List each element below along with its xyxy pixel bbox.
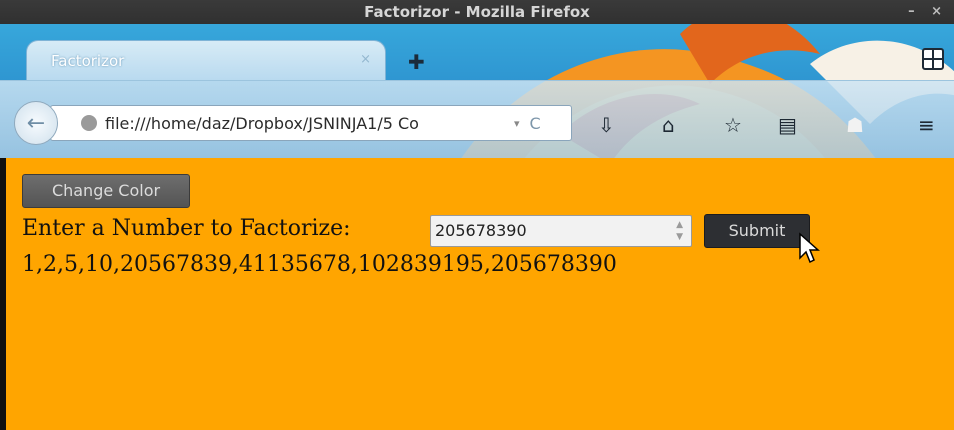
browser-chrome: Factorizor × ✚ file:///home/daz/Dropbox/… (0, 24, 954, 158)
window-title: Factorizor - Mozilla Firefox (364, 3, 590, 21)
factors-result: 1,2,5,10,20567839,41135678,102839195,205… (22, 252, 617, 277)
menu-icon[interactable]: ≡ (918, 113, 935, 137)
new-tab-icon[interactable]: ✚ (408, 50, 425, 74)
url-bar[interactable]: file:///home/daz/Dropbox/JSNINJA1/5 Co ▾… (50, 105, 572, 141)
tab-factorizor[interactable]: Factorizor × (26, 40, 386, 80)
tab-groups-icon[interactable] (922, 48, 944, 70)
home-icon[interactable]: ⌂ (662, 113, 675, 137)
tab-close-icon[interactable]: × (360, 52, 371, 67)
mouse-cursor-icon (799, 232, 820, 264)
number-input[interactable]: 205678390 ▲ ▼ (430, 215, 692, 247)
ghost-addon-icon[interactable]: ☗ (846, 113, 864, 137)
bookmark-star-icon[interactable]: ☆ (724, 113, 742, 137)
back-button[interactable]: ← (14, 101, 58, 145)
url-text[interactable]: file:///home/daz/Dropbox/JSNINJA1/5 Co (105, 114, 510, 133)
navigation-bar: file:///home/daz/Dropbox/JSNINJA1/5 Co ▾… (0, 80, 954, 158)
reading-list-icon[interactable]: ▤ (778, 113, 797, 137)
globe-icon (81, 115, 97, 131)
number-spinner-icon[interactable]: ▲ ▼ (676, 219, 683, 243)
submit-button[interactable]: Submit (704, 214, 810, 248)
download-icon[interactable]: ⇩ (598, 113, 615, 137)
factorize-prompt: Enter a Number to Factorize: (22, 216, 351, 241)
back-arrow-icon: ← (26, 110, 46, 136)
change-color-button[interactable]: Change Color (22, 174, 190, 208)
window-controls[interactable]: – × (908, 0, 948, 24)
page-content: Change Color Enter a Number to Factorize… (6, 158, 954, 430)
url-dropdown-icon[interactable]: ▾ (514, 117, 520, 130)
tab-title: Factorizor (51, 52, 125, 70)
reload-icon[interactable]: C (530, 114, 541, 133)
number-input-value: 205678390 (435, 221, 527, 240)
